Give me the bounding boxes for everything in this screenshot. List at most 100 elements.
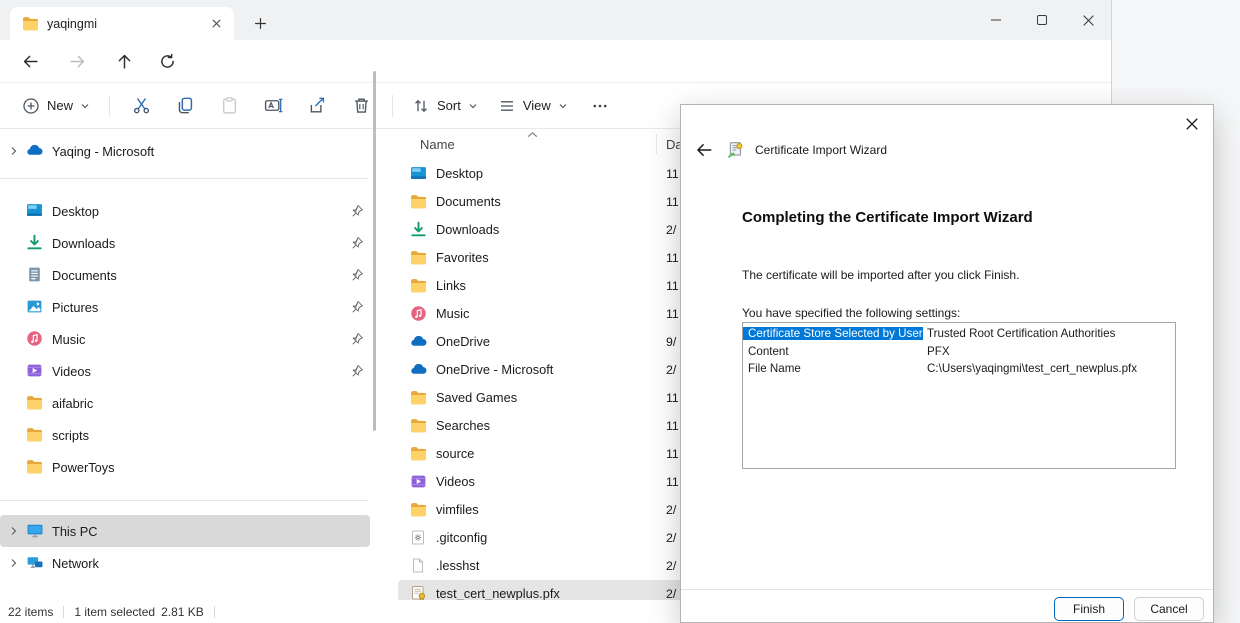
sidebar-item-documents[interactable]: Documents <box>0 259 370 291</box>
column-divider[interactable] <box>656 134 657 154</box>
up-button[interactable] <box>107 45 141 77</box>
tab-title: yaqingmi <box>47 17 198 31</box>
file-row-downloads[interactable]: Downloads2/ <box>398 216 718 244</box>
chevron-down-icon <box>468 101 478 111</box>
file-name: .gitconfig <box>436 530 487 545</box>
file-row-documents[interactable]: Documents11 <box>398 188 718 216</box>
dialog-close-button[interactable] <box>1179 111 1205 137</box>
settings-row-file-name[interactable]: File NameC:\Users\yaqingmi\test_cert_new… <box>743 360 1175 378</box>
sidebar-item-pictures[interactable]: Pictures <box>0 291 370 323</box>
file-date-partial: 11 <box>666 279 679 293</box>
file-row-links[interactable]: Links11 <box>398 272 718 300</box>
sidebar-item-videos[interactable]: Videos <box>0 355 370 387</box>
sidebar-item-aifabric[interactable]: aifabric <box>0 387 370 419</box>
settings-row-certificate-store-selected-by-user[interactable]: Certificate Store Selected by UserTruste… <box>743 325 1175 343</box>
refresh-button[interactable] <box>150 45 184 77</box>
desktop-icon <box>26 202 43 219</box>
new-button[interactable]: New <box>12 89 100 123</box>
file-name: Videos <box>436 474 475 489</box>
share-button[interactable] <box>295 89 339 123</box>
settings-row-content[interactable]: ContentPFX <box>743 343 1175 361</box>
folder-icon <box>410 277 427 294</box>
pin-icon <box>350 332 364 346</box>
paste-button[interactable] <box>207 89 251 123</box>
file-row-source[interactable]: source11 <box>398 440 718 468</box>
cancel-button[interactable]: Cancel <box>1134 597 1204 621</box>
file-name: OneDrive <box>436 334 490 349</box>
tab-close-button[interactable] <box>206 14 226 34</box>
minimize-button[interactable] <box>973 0 1019 40</box>
file-row-lesshst[interactable]: .lesshst2/ <box>398 552 718 580</box>
file-name: Downloads <box>436 222 499 237</box>
network-icon <box>26 554 44 571</box>
rename-button[interactable] <box>251 89 295 123</box>
forward-button[interactable] <box>60 45 94 77</box>
file-row-favorites[interactable]: Favorites11 <box>398 244 718 272</box>
view-icon <box>498 97 516 115</box>
finish-button[interactable]: Finish <box>1054 597 1124 621</box>
sidebar-scrollbar[interactable] <box>373 71 376 431</box>
new-circle-plus-icon <box>22 97 40 115</box>
music-icon <box>26 330 43 347</box>
navigation-bar: This PCWindows (C:)Usersyaqingmi <box>0 40 1111 82</box>
file-row-searches[interactable]: Searches11 <box>398 412 718 440</box>
sidebar-item-powertoys[interactable]: PowerToys <box>0 451 370 483</box>
copy-button[interactable] <box>163 89 207 123</box>
file-row-vimfiles[interactable]: vimfiles2/ <box>398 496 718 524</box>
more-options-button[interactable] <box>578 89 622 123</box>
file-row-videos[interactable]: Videos11 <box>398 468 718 496</box>
folder-icon <box>410 193 427 210</box>
file-row-onedrive-microsoft[interactable]: OneDrive - Microsoft2/ <box>398 356 718 384</box>
file-row-music[interactable]: Music11 <box>398 300 718 328</box>
sidebar-item-downloads[interactable]: Downloads <box>0 227 370 259</box>
sidebar-item-yaqing-microsoft[interactable]: Yaqing - Microsoft <box>0 135 370 167</box>
downloads-icon <box>410 221 427 238</box>
sidebar-item-desktop[interactable]: Desktop <box>0 195 370 227</box>
pin-icon <box>350 364 364 378</box>
file-row-onedrive[interactable]: OneDrive9/ <box>398 328 718 356</box>
file-row-gitconfig[interactable]: .gitconfig2/ <box>398 524 718 552</box>
sidebar-item-music[interactable]: Music <box>0 323 370 355</box>
music-icon <box>410 305 427 322</box>
desktop-screen: yaqingmi This PCWindows (C:)Usersyaqingm… <box>0 0 1240 623</box>
desktop-icon <box>410 165 427 182</box>
maximize-button[interactable] <box>1019 0 1065 40</box>
delete-button[interactable] <box>339 89 383 123</box>
sidebar-item-this-pc[interactable]: This PC <box>0 515 370 547</box>
forward-icon <box>69 53 86 70</box>
cut-icon <box>132 96 151 115</box>
sidebar-item-network[interactable]: Network <box>0 547 370 579</box>
view-button[interactable]: View <box>488 89 578 123</box>
refresh-icon <box>159 53 176 70</box>
file-row-saved-games[interactable]: Saved Games11 <box>398 384 718 412</box>
wizard-heading: Completing the Certificate Import Wizard <box>742 209 1033 226</box>
sidebar-item-label: Downloads <box>52 236 115 251</box>
sidebar-item-scripts[interactable]: scripts <box>0 419 370 451</box>
column-header-name[interactable]: Name <box>420 137 455 152</box>
explorer-tab[interactable]: yaqingmi <box>10 7 234 40</box>
sort-button[interactable]: Sort <box>402 89 488 123</box>
wizard-body-text: The certificate will be imported after y… <box>742 268 1019 282</box>
settings-table[interactable]: Certificate Store Selected by UserTruste… <box>742 322 1176 469</box>
close-window-button[interactable] <box>1065 0 1111 40</box>
pictures-icon <box>26 298 43 315</box>
dialog-footer-divider <box>681 589 1213 590</box>
cloud-icon <box>410 361 428 377</box>
file-name: Saved Games <box>436 390 517 405</box>
status-divider <box>63 606 64 618</box>
cut-button[interactable] <box>119 89 163 123</box>
new-tab-button[interactable] <box>248 11 272 35</box>
back-icon[interactable] <box>695 141 713 159</box>
share-icon <box>308 96 327 115</box>
wizard-cert-icon <box>727 141 745 159</box>
back-button[interactable] <box>13 45 47 77</box>
file-row-desktop[interactable]: Desktop11 <box>398 160 718 188</box>
settings-key: Certificate Store Selected by User <box>743 327 923 340</box>
videos-icon <box>26 362 43 379</box>
file-name: source <box>436 446 474 461</box>
sidebar-item-label: PowerToys <box>52 460 115 475</box>
delete-icon <box>352 96 371 115</box>
pin-icon <box>350 204 364 218</box>
dialog-title-row: Certificate Import Wizard <box>695 141 887 159</box>
settings-key: File Name <box>743 362 923 375</box>
